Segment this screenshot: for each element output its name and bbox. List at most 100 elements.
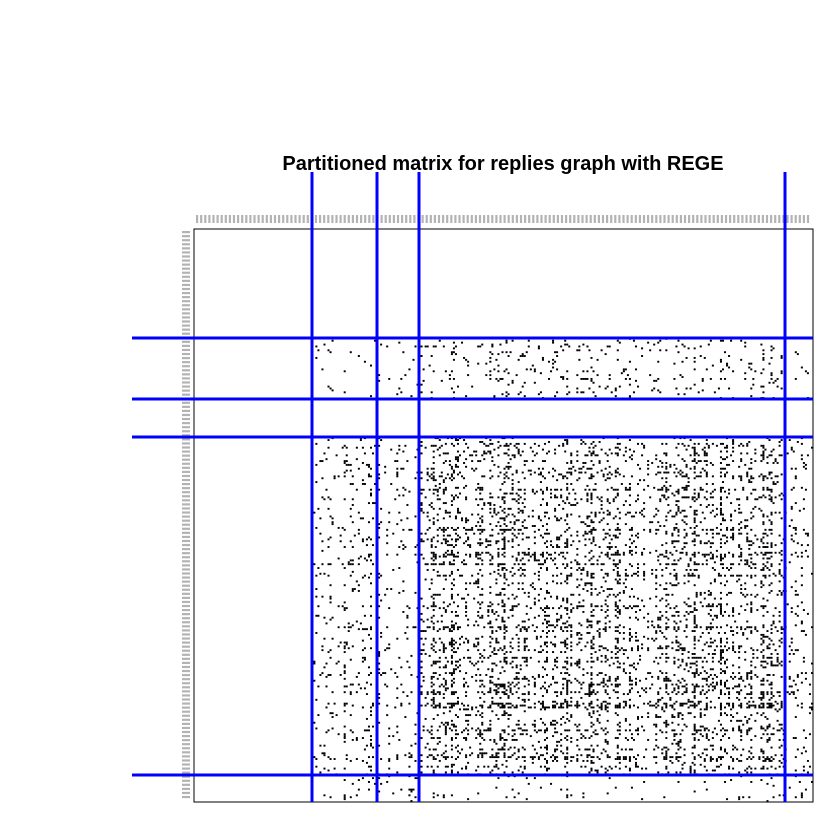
matrix-cell [630,588,633,590]
matrix-cell [626,374,629,377]
matrix-cell [566,687,569,690]
matrix-cell [719,498,722,501]
matrix-cell [653,704,656,707]
matrix-cell [721,517,724,520]
matrix-cell [564,622,567,625]
matrix-cell [721,481,724,484]
y-tick-label [182,409,190,413]
matrix-cell [517,672,520,675]
matrix-cell [750,567,753,569]
matrix-cell [746,442,749,445]
matrix-cell [444,647,447,650]
matrix-cell [693,702,696,705]
matrix-cell [467,618,470,621]
matrix-cell [762,450,765,453]
matrix-cell [556,536,559,539]
matrix-cell [372,544,375,547]
matrix-cell [535,490,538,493]
matrix-cell [586,517,589,520]
matrix-cell [592,370,595,373]
matrix-cell [347,561,350,564]
matrix-cell [628,664,631,667]
matrix-cell [606,473,609,476]
matrix-cell [762,513,765,516]
matrix-cell [545,674,548,676]
matrix-cell [556,656,559,659]
matrix-cell [719,471,722,474]
matrix-cell [715,645,718,648]
matrix-cell [517,507,520,510]
matrix-cell [491,609,494,611]
matrix-cell [630,649,633,652]
x-tick-label [278,215,281,223]
matrix-cell [693,601,696,604]
matrix-cell [432,639,435,642]
matrix-cell [750,670,753,673]
matrix-cell [643,547,646,550]
matrix-cell [450,572,453,575]
matrix-cell [723,473,727,476]
matrix-cell [521,656,524,659]
matrix-cell [786,452,789,455]
matrix-cell [695,525,698,527]
matrix-cell [740,477,743,480]
matrix-cell [471,513,474,516]
matrix-cell [369,572,373,575]
matrix-cell [438,555,441,558]
matrix-cell [732,538,735,541]
matrix-cell [760,372,763,375]
matrix-cell [778,551,781,554]
matrix-cell [481,635,484,638]
matrix-cell [780,372,783,375]
matrix-cell [552,643,555,646]
matrix-cell [568,679,571,682]
matrix-cell [683,601,686,604]
matrix-cell [537,528,540,531]
matrix-cell [497,496,500,499]
matrix-cell [450,353,453,356]
y-tick-label [182,539,190,543]
matrix-cell [386,542,389,545]
matrix-cell [556,391,559,394]
matrix-cell [651,624,654,627]
matrix-cell [740,559,743,562]
matrix-cell [554,360,557,363]
matrix-cell [463,450,466,453]
matrix-cell [602,538,605,541]
matrix-cell [467,593,470,596]
matrix-cell [511,513,514,516]
matrix-cell [673,628,676,631]
matrix-cell [659,498,662,501]
y-tick-label [182,787,190,791]
matrix-cell [545,452,548,455]
matrix-cell [637,618,640,621]
matrix-cell [746,674,749,676]
matrix-cell [343,460,346,463]
matrix-cell [396,467,399,470]
matrix-cell [327,385,330,388]
matrix-cell [590,519,593,522]
matrix-cell [564,639,567,642]
matrix-cell [489,622,492,625]
matrix-cell [479,345,482,348]
matrix-cell [626,488,629,491]
matrix-cell [770,589,773,592]
matrix-cell [545,502,548,505]
matrix-cell [556,612,559,615]
matrix-cell [523,693,526,696]
matrix-cell [762,626,765,629]
x-tick-label [663,215,666,223]
matrix-cell [586,454,589,457]
matrix-cell [808,693,811,696]
y-tick-label [182,413,190,417]
matrix-cell [430,681,433,684]
matrix-cell [600,586,603,589]
matrix-cell [402,528,405,531]
matrix-cell [726,593,729,596]
matrix-cell [634,616,638,619]
matrix-cell [681,471,684,474]
matrix-cell [699,691,702,694]
matrix-cell [750,632,753,634]
matrix-cell [596,674,599,676]
matrix-cell [331,517,334,520]
